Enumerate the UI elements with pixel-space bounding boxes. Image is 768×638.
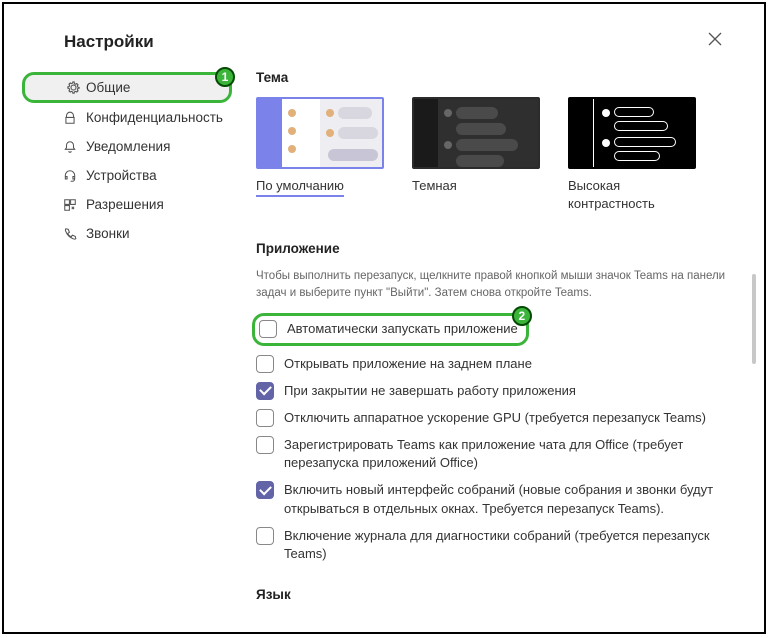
sidebar-item-devices[interactable]: Устройства <box>22 161 232 190</box>
sidebar-item-label: Уведомления <box>86 139 170 154</box>
annotation-badge-2: 2 <box>512 306 532 326</box>
checkbox[interactable] <box>256 355 274 373</box>
main-panel: Тема По умолчанию <box>232 66 764 614</box>
settings-title: Настройки <box>64 32 764 52</box>
check-meeting-diagnostics-log[interactable]: Включение журнала для диагностики собран… <box>256 527 730 563</box>
checkbox[interactable] <box>259 320 277 338</box>
gear-icon <box>65 80 81 96</box>
sidebar-item-label: Разрешения <box>86 197 164 212</box>
check-register-office-chat[interactable]: Зарегистрировать Teams как приложение ча… <box>256 436 730 472</box>
theme-preview-dark <box>412 97 540 169</box>
sidebar-item-privacy[interactable]: Конфиденциальность <box>22 103 232 132</box>
scroll-thumb[interactable] <box>752 274 756 364</box>
check-label: Отключить аппаратное ускорение GPU (треб… <box>284 409 706 427</box>
phone-icon <box>62 226 78 242</box>
headset-icon <box>62 168 78 184</box>
scrollbar[interactable] <box>752 74 756 612</box>
theme-label: Высокая контрастность <box>568 178 655 211</box>
annotation-badge-1: 1 <box>215 67 235 87</box>
theme-section-title: Тема <box>256 70 730 85</box>
app-restart-hint: Чтобы выполнить перезапуск, щелкните пра… <box>256 268 730 301</box>
checkbox[interactable] <box>256 382 274 400</box>
theme-option-dark[interactable]: Темная <box>412 97 540 213</box>
check-open-background[interactable]: Открывать приложение на заднем плане <box>256 355 730 373</box>
sidebar-item-label: Устройства <box>86 168 157 183</box>
theme-option-high-contrast[interactable]: Высокая контрастность <box>568 97 696 213</box>
theme-label: По умолчанию <box>256 178 344 197</box>
sidebar-item-permissions[interactable]: Разрешения <box>22 190 232 219</box>
check-disable-gpu[interactable]: Отключить аппаратное ускорение GPU (треб… <box>256 409 730 427</box>
check-label: При закрытии не завершать работу приложе… <box>284 382 576 400</box>
lock-icon <box>62 110 78 126</box>
theme-preview-hc <box>568 97 696 169</box>
checkbox[interactable] <box>256 527 274 545</box>
sidebar-item-general[interactable]: Общие 1 <box>22 72 232 103</box>
app-section-title: Приложение <box>256 241 730 256</box>
check-keep-running[interactable]: При закрытии не завершать работу приложе… <box>256 382 730 400</box>
check-label: Включить новый интерфейс собраний (новые… <box>284 481 730 517</box>
sidebar-item-calls[interactable]: Звонки <box>22 219 232 248</box>
check-label: Автоматически запускать приложение <box>287 320 518 338</box>
sidebar-item-label: Общие <box>86 80 130 95</box>
sidebar-item-notifications[interactable]: Уведомления <box>22 132 232 161</box>
check-label: Включение журнала для диагностики собран… <box>284 527 730 563</box>
lang-section-title: Язык <box>256 587 730 602</box>
theme-label: Темная <box>412 178 457 193</box>
sidebar-item-label: Звонки <box>86 226 130 241</box>
checkbox[interactable] <box>256 436 274 454</box>
apps-icon <box>62 197 78 213</box>
check-auto-start[interactable]: Автоматически запускать приложение 2 <box>252 313 529 345</box>
check-label: Зарегистрировать Teams как приложение ча… <box>284 436 730 472</box>
sidebar-item-label: Конфиденциальность <box>86 110 223 125</box>
theme-option-default[interactable]: По умолчанию <box>256 97 384 213</box>
checkbox[interactable] <box>256 481 274 499</box>
check-new-meeting-ui[interactable]: Включить новый интерфейс собраний (новые… <box>256 481 730 517</box>
close-icon <box>708 32 722 46</box>
close-button[interactable] <box>708 32 722 46</box>
theme-preview-default <box>256 97 384 169</box>
checkbox[interactable] <box>256 409 274 427</box>
bell-icon <box>62 139 78 155</box>
check-label: Открывать приложение на заднем плане <box>284 355 532 373</box>
sidebar: Общие 1 Конфиденциальность Уведомления <box>22 66 232 614</box>
